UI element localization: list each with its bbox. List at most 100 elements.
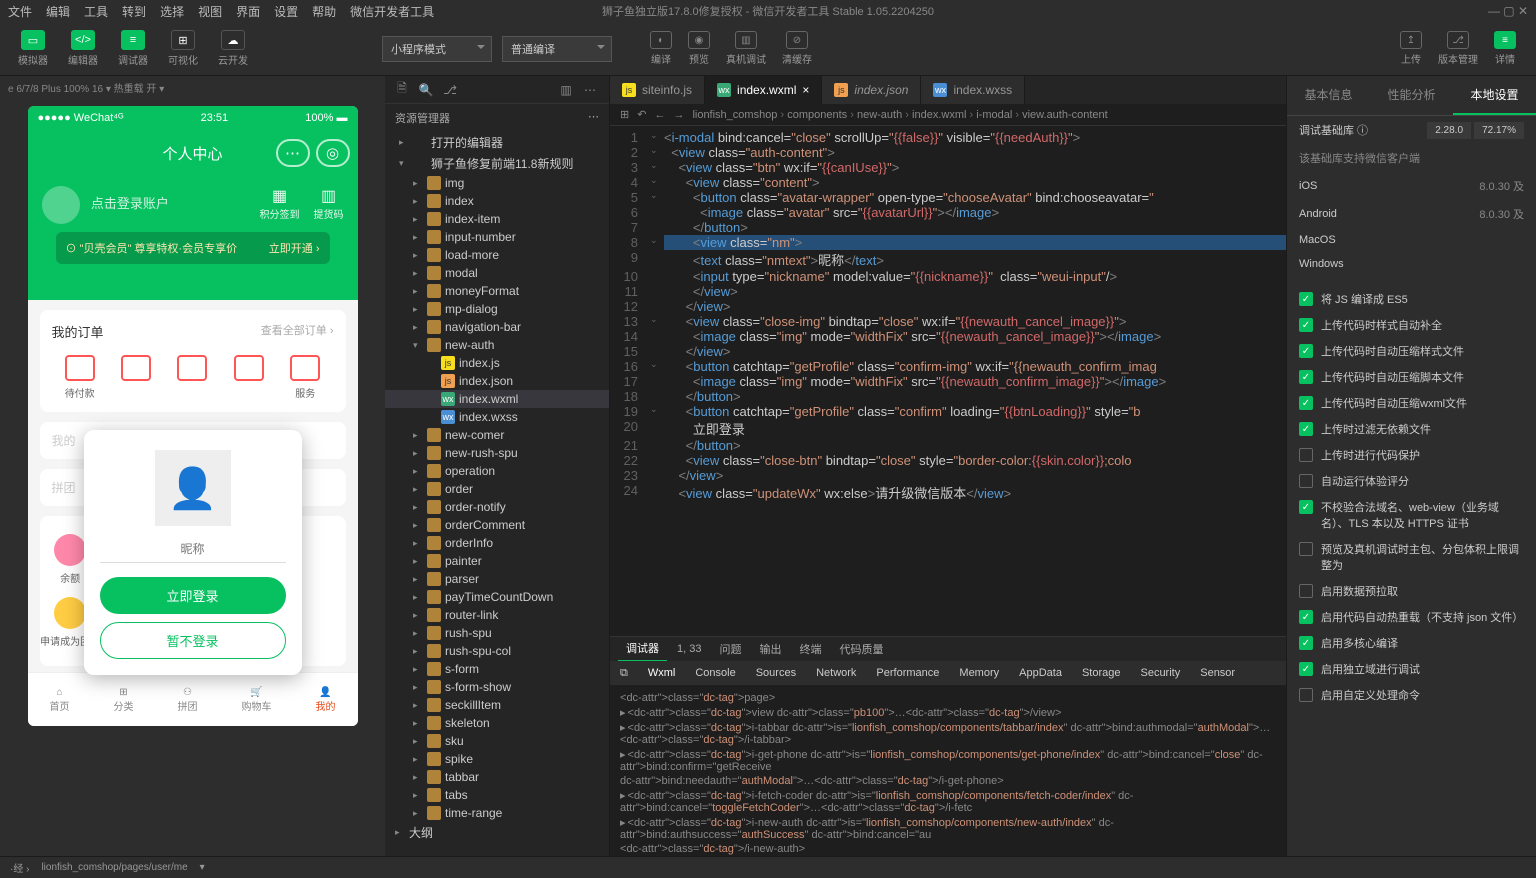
tree-new-comer[interactable]: ▸new-comer: [385, 426, 609, 444]
setting-check[interactable]: ✓将 JS 编译成 ES5: [1287, 286, 1536, 312]
login-button[interactable]: 立即登录: [100, 577, 286, 614]
menu-选择[interactable]: 选择: [160, 3, 184, 20]
tree-painter[interactable]: ▸painter: [385, 552, 609, 570]
tree-new-auth[interactable]: ▾new-auth: [385, 336, 609, 354]
wxml-tree[interactable]: <dc-attr">class="dc-tag">page> ▸<dc-attr…: [610, 685, 1286, 856]
tree-skeleton[interactable]: ▸skeleton: [385, 714, 609, 732]
detail-tab-性能分析[interactable]: 性能分析: [1370, 76, 1453, 115]
devtools-tab-Sources[interactable]: Sources: [756, 667, 796, 679]
tab-cart[interactable]: 🛒购物车: [242, 687, 272, 713]
menu-微信开发者工具[interactable]: 微信开发者工具: [350, 3, 434, 20]
tree-new-rush-spu[interactable]: ▸new-rush-spu: [385, 444, 609, 462]
simulator-button[interactable]: ▭模拟器: [12, 28, 54, 69]
breadcrumb[interactable]: ⊞ ↶ ← → lionfish_comshop › components › …: [610, 104, 1286, 126]
setting-check[interactable]: ✓上传代码时自动压缩样式文件: [1287, 338, 1536, 364]
tree-seckillItem[interactable]: ▸seckillItem: [385, 696, 609, 714]
menu-帮助[interactable]: 帮助: [312, 3, 336, 20]
tree-tabs[interactable]: ▸tabs: [385, 786, 609, 804]
tree-modal[interactable]: ▸modal: [385, 264, 609, 282]
tree-parser[interactable]: ▸parser: [385, 570, 609, 588]
tree-orderComment[interactable]: ▸orderComment: [385, 516, 609, 534]
tab-group[interactable]: ⚇拼团: [178, 687, 198, 713]
debug-tab-终端[interactable]: 终端: [791, 637, 829, 661]
compile-button[interactable]: ◐编译: [642, 29, 680, 68]
editor-tab-siteinfo.js[interactable]: jssiteinfo.js: [610, 76, 705, 104]
debug-tab-调试器[interactable]: 调试器: [618, 636, 667, 662]
devtools-tab-Console[interactable]: Console: [695, 667, 735, 679]
tree-rush-spu-col[interactable]: ▸rush-spu-col: [385, 642, 609, 660]
debug-tab-代码质量[interactable]: 代码质量: [831, 637, 891, 661]
nickname-input[interactable]: [100, 536, 286, 563]
editor-tab-index.json[interactable]: jsindex.json: [822, 76, 921, 104]
compile-mode-select[interactable]: 普通编译: [502, 36, 612, 62]
editor-tab-index.wxml[interactable]: wxindex.wxml×: [705, 76, 822, 104]
devtools-tab-Sensor[interactable]: Sensor: [1200, 667, 1235, 679]
tree-rush-spu[interactable]: ▸rush-spu: [385, 624, 609, 642]
version-button[interactable]: ⎇版本管理: [1430, 29, 1486, 68]
preview-button[interactable]: ◉预览: [680, 29, 718, 68]
debug-tab-问题[interactable]: 问题: [711, 637, 749, 661]
setting-check[interactable]: ✓上传代码时样式自动补全: [1287, 312, 1536, 338]
menu-界面[interactable]: 界面: [236, 3, 260, 20]
tree-index.js[interactable]: jsindex.js: [385, 354, 609, 372]
tree-input-number[interactable]: ▸input-number: [385, 228, 609, 246]
setting-check[interactable]: ✓上传时过滤无依赖文件: [1287, 416, 1536, 442]
window-controls[interactable]: — ▢ ✕: [1488, 4, 1528, 18]
tree-order-notify[interactable]: ▸order-notify: [385, 498, 609, 516]
tree-index.wxss[interactable]: wxindex.wxss: [385, 408, 609, 426]
capsule-buttons[interactable]: ⋯◎: [276, 139, 350, 167]
detail-button[interactable]: ≡详情: [1486, 29, 1524, 68]
order-pending[interactable]: 待付款: [65, 355, 95, 400]
search-tab-icon[interactable]: 🔍: [415, 79, 437, 101]
git-tab-icon[interactable]: ⎇: [439, 79, 461, 101]
tree-mp-dialog[interactable]: ▸mp-dialog: [385, 300, 609, 318]
checkin-icon[interactable]: ▦积分签到: [260, 186, 300, 221]
menu-编辑[interactable]: 编辑: [46, 3, 70, 20]
debug-tab-输出[interactable]: 输出: [751, 637, 789, 661]
tree-router-link[interactable]: ▸router-link: [385, 606, 609, 624]
menu-设置[interactable]: 设置: [274, 3, 298, 20]
remote-debug-button[interactable]: ▥真机调试: [718, 29, 774, 68]
tree-index-item[interactable]: ▸index-item: [385, 210, 609, 228]
tree-load-more[interactable]: ▸load-more: [385, 246, 609, 264]
code-area[interactable]: 1⌄<i-modal bind:cancel="close" scrollUp=…: [610, 126, 1286, 636]
setting-check[interactable]: ✓启用多核心编译: [1287, 630, 1536, 656]
setting-check[interactable]: ✓上传代码时自动压缩wxml文件: [1287, 390, 1536, 416]
setting-check[interactable]: ✓上传代码时自动压缩脚本文件: [1287, 364, 1536, 390]
order-service[interactable]: 服务: [290, 355, 320, 400]
close-tab-icon[interactable]: ×: [802, 83, 809, 97]
menu-视图[interactable]: 视图: [198, 3, 222, 20]
tree-order[interactable]: ▸order: [385, 480, 609, 498]
tree-payTimeCountDown[interactable]: ▸payTimeCountDown: [385, 588, 609, 606]
setting-check[interactable]: 启用数据预拉取: [1287, 578, 1536, 604]
devtools-tab-Network[interactable]: Network: [816, 667, 856, 679]
devtools-tab-Memory[interactable]: Memory: [959, 667, 999, 679]
visual-button[interactable]: ⊞可视化: [162, 28, 204, 69]
devtools-tab-Performance[interactable]: Performance: [876, 667, 939, 679]
menu-文件[interactable]: 文件: [8, 3, 32, 20]
menu-转到[interactable]: 转到: [122, 3, 146, 20]
setting-check[interactable]: 上传时进行代码保护: [1287, 442, 1536, 468]
upload-button[interactable]: ↥上传: [1392, 29, 1430, 68]
tree-time-range[interactable]: ▸time-range: [385, 804, 609, 822]
tree-s-form[interactable]: ▸s-form: [385, 660, 609, 678]
mode-select[interactable]: 小程序模式: [382, 36, 492, 62]
tree-orderInfo[interactable]: ▸orderInfo: [385, 534, 609, 552]
outline-section[interactable]: ▸ 大纲: [385, 822, 609, 843]
simulator-meta[interactable]: e 6/7/8 Plus 100% 16 ▾ 热重载 开 ▾: [0, 76, 385, 98]
menu-工具[interactable]: 工具: [84, 3, 108, 20]
skip-login-button[interactable]: 暂不登录: [100, 622, 286, 659]
setting-check[interactable]: ✓启用代码自动热重载（不支持 json 文件）: [1287, 604, 1536, 630]
debugger-button[interactable]: ≡调试器: [112, 28, 154, 69]
vip-banner[interactable]: ⊙ "贝壳会员" 尊享特权·会员专享价立即开通 ›: [56, 232, 330, 264]
editor-tab-index.wxss[interactable]: wxindex.wxss: [921, 76, 1025, 104]
clear-cache-button[interactable]: ⊘清缓存: [774, 29, 820, 68]
devtools-tab-Storage[interactable]: Storage: [1082, 667, 1121, 679]
setting-check[interactable]: ✓不校验合法域名、web-view（业务域名）、TLS 本以及 HTTPS 证书: [1287, 494, 1536, 536]
debug-tab-1, 33[interactable]: 1, 33: [669, 639, 709, 659]
tree-s-form-show[interactable]: ▸s-form-show: [385, 678, 609, 696]
tab-me[interactable]: 👤我的: [316, 687, 336, 713]
tree-tabbar[interactable]: ▸tabbar: [385, 768, 609, 786]
files-tab-icon[interactable]: 🗎: [391, 79, 413, 101]
setting-check[interactable]: ✓启用独立域进行调试: [1287, 656, 1536, 682]
